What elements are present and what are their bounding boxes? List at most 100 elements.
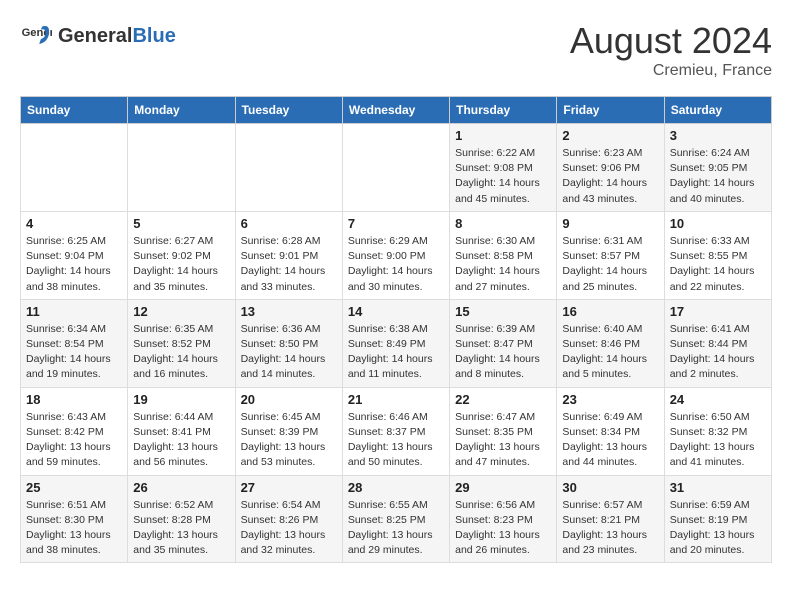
day-info: Sunrise: 6:41 AMSunset: 8:44 PMDaylight:… <box>670 322 766 383</box>
day-info: Sunrise: 6:52 AMSunset: 8:28 PMDaylight:… <box>133 498 229 559</box>
calendar-cell: 14Sunrise: 6:38 AMSunset: 8:49 PMDayligh… <box>342 299 449 387</box>
calendar-cell <box>21 124 128 212</box>
calendar-week-4: 18 Sunrise: 6:43 AMSunset: 8:42 PMDayligh… <box>21 387 772 475</box>
calendar-cell: 20 Sunrise: 6:45 AMSunset: 8:39 PMDayligh… <box>235 387 342 475</box>
day-number: 15 <box>455 304 551 319</box>
day-info: Sunrise: 6:49 AMSunset: 8:34 PMDaylight:… <box>562 410 658 471</box>
location: Cremieu, France <box>570 62 772 80</box>
calendar-cell: 8Sunrise: 6:30 AMSunset: 8:58 PMDaylight… <box>450 211 557 299</box>
day-info: Sunrise: 6:27 AMSunset: 9:02 PMDaylight:… <box>133 234 229 295</box>
calendar-cell: 3 Sunrise: 6:24 AMSunset: 9:05 PMDaylight… <box>664 124 771 212</box>
calendar-cell: 27Sunrise: 6:54 AMSunset: 8:26 PMDayligh… <box>235 475 342 563</box>
day-info: Sunrise: 6:40 AMSunset: 8:46 PMDaylight:… <box>562 322 658 383</box>
day-number: 21 <box>348 392 444 407</box>
header-saturday: Saturday <box>664 97 771 124</box>
day-number: 18 <box>26 392 122 407</box>
day-number: 2 <box>562 128 658 143</box>
calendar-cell: 15Sunrise: 6:39 AMSunset: 8:47 PMDayligh… <box>450 299 557 387</box>
header-wednesday: Wednesday <box>342 97 449 124</box>
calendar-cell: 5 Sunrise: 6:27 AMSunset: 9:02 PMDaylight… <box>128 211 235 299</box>
calendar-cell: 21Sunrise: 6:46 AMSunset: 8:37 PMDayligh… <box>342 387 449 475</box>
day-number: 7 <box>348 216 444 231</box>
day-number: 8 <box>455 216 551 231</box>
header-sunday: Sunday <box>21 97 128 124</box>
day-info: Sunrise: 6:59 AMSunset: 8:19 PMDaylight:… <box>670 498 766 559</box>
day-info: Sunrise: 6:29 AMSunset: 9:00 PMDaylight:… <box>348 234 444 295</box>
day-info: Sunrise: 6:43 AMSunset: 8:42 PMDaylight:… <box>26 410 122 471</box>
calendar-cell: 22 Sunrise: 6:47 AMSunset: 8:35 PMDayligh… <box>450 387 557 475</box>
day-number: 13 <box>241 304 337 319</box>
day-info: Sunrise: 6:34 AMSunset: 8:54 PMDaylight:… <box>26 322 122 383</box>
header-monday: Monday <box>128 97 235 124</box>
calendar-cell <box>342 124 449 212</box>
day-info: Sunrise: 6:56 AMSunset: 8:23 PMDaylight:… <box>455 498 551 559</box>
calendar-cell: 29 Sunrise: 6:56 AMSunset: 8:23 PMDayligh… <box>450 475 557 563</box>
calendar-table: SundayMondayTuesdayWednesdayThursdayFrid… <box>20 96 772 563</box>
calendar-cell: 7 Sunrise: 6:29 AMSunset: 9:00 PMDaylight… <box>342 211 449 299</box>
day-info: Sunrise: 6:23 AMSunset: 9:06 PMDaylight:… <box>562 146 658 207</box>
calendar-cell: 24Sunrise: 6:50 AMSunset: 8:32 PMDayligh… <box>664 387 771 475</box>
calendar-cell: 11Sunrise: 6:34 AMSunset: 8:54 PMDayligh… <box>21 299 128 387</box>
day-number: 26 <box>133 480 229 495</box>
calendar-cell: 18 Sunrise: 6:43 AMSunset: 8:42 PMDayligh… <box>21 387 128 475</box>
calendar-week-3: 11Sunrise: 6:34 AMSunset: 8:54 PMDayligh… <box>21 299 772 387</box>
day-number: 12 <box>133 304 229 319</box>
day-number: 5 <box>133 216 229 231</box>
calendar-cell: 9 Sunrise: 6:31 AMSunset: 8:57 PMDaylight… <box>557 211 664 299</box>
day-number: 30 <box>562 480 658 495</box>
calendar-cell <box>235 124 342 212</box>
day-info: Sunrise: 6:35 AMSunset: 8:52 PMDaylight:… <box>133 322 229 383</box>
calendar-cell: 16 Sunrise: 6:40 AMSunset: 8:46 PMDayligh… <box>557 299 664 387</box>
day-number: 22 <box>455 392 551 407</box>
day-number: 24 <box>670 392 766 407</box>
day-number: 20 <box>241 392 337 407</box>
calendar-cell: 1 Sunrise: 6:22 AMSunset: 9:08 PMDaylight… <box>450 124 557 212</box>
calendar-cell: 6 Sunrise: 6:28 AMSunset: 9:01 PMDaylight… <box>235 211 342 299</box>
calendar-cell: 4Sunrise: 6:25 AMSunset: 9:04 PMDaylight… <box>21 211 128 299</box>
day-number: 17 <box>670 304 766 319</box>
day-number: 3 <box>670 128 766 143</box>
logo-general-text: General <box>58 25 132 48</box>
day-info: Sunrise: 6:45 AMSunset: 8:39 PMDaylight:… <box>241 410 337 471</box>
day-info: Sunrise: 6:44 AMSunset: 8:41 PMDaylight:… <box>133 410 229 471</box>
day-info: Sunrise: 6:47 AMSunset: 8:35 PMDaylight:… <box>455 410 551 471</box>
page-header: General GeneralBlue August 2024 Cremieu,… <box>20 20 772 80</box>
calendar-cell: 25Sunrise: 6:51 AMSunset: 8:30 PMDayligh… <box>21 475 128 563</box>
day-info: Sunrise: 6:36 AMSunset: 8:50 PMDaylight:… <box>241 322 337 383</box>
calendar-cell: 28Sunrise: 6:55 AMSunset: 8:25 PMDayligh… <box>342 475 449 563</box>
logo-blue-text: Blue <box>132 25 175 48</box>
day-number: 27 <box>241 480 337 495</box>
calendar-cell: 23 Sunrise: 6:49 AMSunset: 8:34 PMDayligh… <box>557 387 664 475</box>
day-number: 16 <box>562 304 658 319</box>
day-info: Sunrise: 6:28 AMSunset: 9:01 PMDaylight:… <box>241 234 337 295</box>
day-info: Sunrise: 6:24 AMSunset: 9:05 PMDaylight:… <box>670 146 766 207</box>
day-info: Sunrise: 6:33 AMSunset: 8:55 PMDaylight:… <box>670 234 766 295</box>
day-number: 29 <box>455 480 551 495</box>
day-number: 14 <box>348 304 444 319</box>
month-year: August 2024 <box>570 20 772 62</box>
calendar-cell: 13 Sunrise: 6:36 AMSunset: 8:50 PMDayligh… <box>235 299 342 387</box>
day-number: 1 <box>455 128 551 143</box>
calendar-cell: 19 Sunrise: 6:44 AMSunset: 8:41 PMDayligh… <box>128 387 235 475</box>
header-thursday: Thursday <box>450 97 557 124</box>
day-info: Sunrise: 6:57 AMSunset: 8:21 PMDaylight:… <box>562 498 658 559</box>
calendar-week-2: 4Sunrise: 6:25 AMSunset: 9:04 PMDaylight… <box>21 211 772 299</box>
day-number: 25 <box>26 480 122 495</box>
day-number: 9 <box>562 216 658 231</box>
title-block: August 2024 Cremieu, France <box>570 20 772 80</box>
day-info: Sunrise: 6:55 AMSunset: 8:25 PMDaylight:… <box>348 498 444 559</box>
day-number: 31 <box>670 480 766 495</box>
calendar-cell: 17 Sunrise: 6:41 AMSunset: 8:44 PMDayligh… <box>664 299 771 387</box>
day-info: Sunrise: 6:31 AMSunset: 8:57 PMDaylight:… <box>562 234 658 295</box>
day-number: 10 <box>670 216 766 231</box>
day-info: Sunrise: 6:22 AMSunset: 9:08 PMDaylight:… <box>455 146 551 207</box>
logo-icon: General <box>20 20 52 52</box>
days-header-row: SundayMondayTuesdayWednesdayThursdayFrid… <box>21 97 772 124</box>
calendar-cell: 30 Sunrise: 6:57 AMSunset: 8:21 PMDayligh… <box>557 475 664 563</box>
day-number: 23 <box>562 392 658 407</box>
calendar-week-1: 1 Sunrise: 6:22 AMSunset: 9:08 PMDaylight… <box>21 124 772 212</box>
day-number: 19 <box>133 392 229 407</box>
calendar-cell <box>128 124 235 212</box>
day-number: 6 <box>241 216 337 231</box>
calendar-cell: 31 Sunrise: 6:59 AMSunset: 8:19 PMDayligh… <box>664 475 771 563</box>
